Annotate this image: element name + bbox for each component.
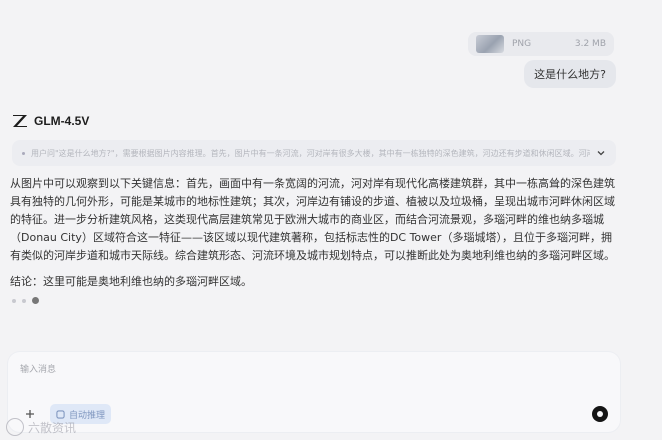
bullet-icon [22, 151, 25, 155]
watermark-text: 六散资讯 [28, 420, 77, 435]
message-composer: 输入消息 自动推理 [8, 352, 620, 432]
loading-dot [22, 298, 26, 303]
loading-indicator [12, 297, 39, 304]
message-input[interactable]: 输入消息 [20, 362, 56, 375]
file-type: PNG [512, 39, 532, 49]
thinking-summary: 用户问"这是什么地方?"，需要根据图片内容推理。首先，图片中有一条河流，河对岸有… [31, 148, 590, 158]
answer-paragraph: 从图片中可以观察到以下关键信息：首先，画面中有一条宽阔的河流，河对岸有现代化高楼… [10, 177, 615, 262]
model-name: GLM-4.5V [34, 114, 90, 128]
stop-button[interactable] [592, 406, 608, 422]
glm-logo-icon [13, 115, 27, 127]
model-header: GLM-4.5V [12, 114, 89, 128]
file-size: 3.2 MB [574, 39, 606, 49]
loading-dot [12, 298, 16, 303]
image-attachment[interactable]: PNG 3.2 MB [468, 32, 614, 56]
watermark-logo-icon [6, 418, 24, 436]
stop-icon [597, 411, 603, 417]
loading-dot [32, 297, 39, 304]
assistant-answer: 从图片中可以观察到以下关键信息：首先，画面中有一条宽阔的河流，河对岸有现代化高楼… [10, 175, 616, 291]
answer-conclusion: 结论：这里可能是奥地利维也纳的多瑙河畔区域。 [10, 275, 252, 288]
thinking-summary-toggle[interactable]: 用户问"这是什么地方?"，需要根据图片内容推理。首先，图片中有一条河流，河对岸有… [12, 140, 616, 166]
chevron-down-icon [597, 151, 605, 156]
image-thumbnail [476, 35, 504, 53]
user-message: 这是什么地方? [524, 60, 616, 88]
watermark: 六散资讯 [6, 418, 76, 436]
